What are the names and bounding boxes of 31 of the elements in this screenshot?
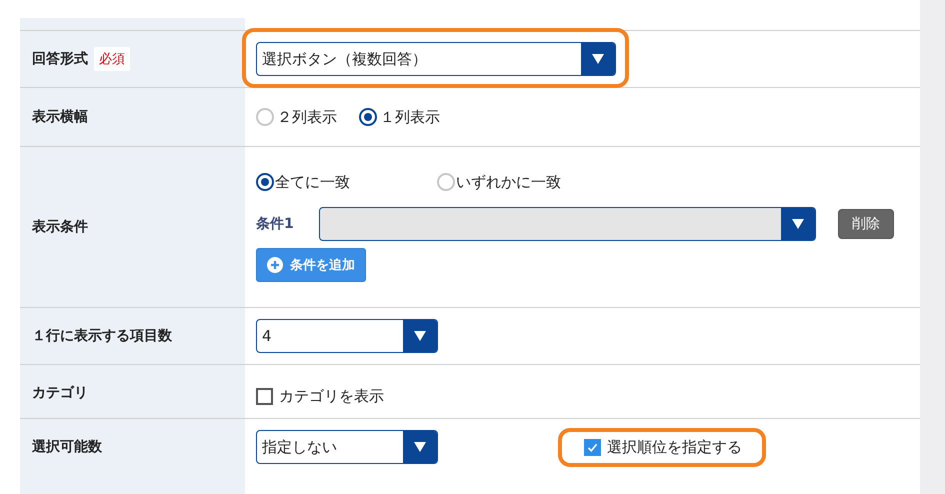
dropdown[interactable]: 4 (256, 319, 438, 353)
dropdown-arrow-icon (414, 331, 426, 341)
field-label: 選択可能数 (32, 438, 102, 456)
field-label: １行に表示する項目数 (32, 327, 172, 345)
checkbox[interactable] (584, 438, 601, 456)
required-badge: 必須 (94, 47, 130, 71)
radio-button[interactable] (256, 173, 274, 191)
condition-label: 条件1 (256, 214, 295, 232)
field-label: カテゴリ (32, 384, 88, 402)
checkbox[interactable] (256, 388, 273, 405)
dropdown-value: 選択ボタン（複数回答） (261, 48, 428, 70)
dropdown-value: 4 (261, 326, 273, 347)
dropdown-value: 指定しない (261, 436, 338, 458)
delete-button[interactable]: 削除 (838, 208, 894, 238)
checkbox-label: カテゴリを表示 (279, 387, 384, 406)
field-label: 表示条件 (32, 218, 88, 236)
dropdown-arrow-icon (792, 218, 804, 228)
field-label: 表示横幅 (32, 108, 88, 126)
radio-label: １列表示 (380, 108, 440, 126)
dropdown-arrow-icon (592, 54, 604, 64)
dropdown-arrow-icon (414, 442, 426, 452)
dropdown[interactable]: 選択ボタン（複数回答） (256, 42, 616, 76)
radio-label: 全てに一致 (275, 172, 350, 192)
checkbox-label: 選択順位を指定する (607, 438, 742, 456)
field-label: 回答形式 (32, 50, 88, 68)
radio-label: ２列表示 (277, 108, 337, 126)
dropdown[interactable] (319, 206, 816, 240)
radio-label: いずれかに一致 (456, 172, 561, 192)
radio-button[interactable] (359, 108, 377, 126)
plus-circle-icon (267, 256, 283, 272)
dropdown[interactable]: 指定しない (256, 430, 438, 464)
